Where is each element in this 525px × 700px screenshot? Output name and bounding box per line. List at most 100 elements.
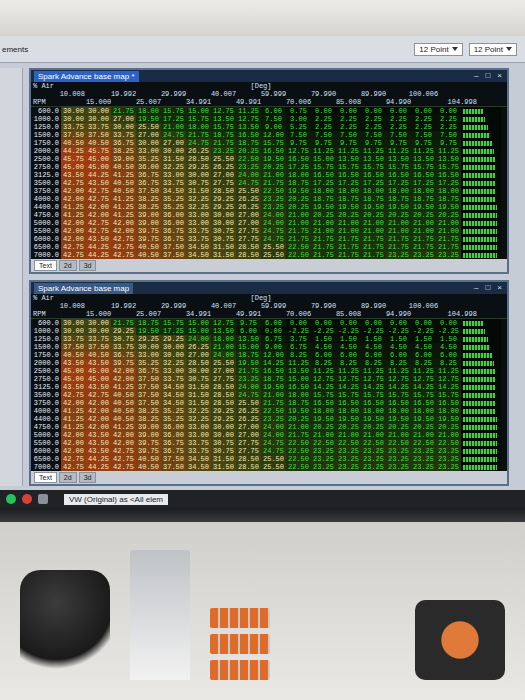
map-cell[interactable]: 20.25 <box>286 203 311 211</box>
map-cell[interactable]: 42.00 <box>86 399 111 407</box>
map-cell[interactable]: 21.00 <box>286 423 311 431</box>
map-cell[interactable]: 42.00 <box>61 399 86 407</box>
map-cell[interactable]: 21.00 <box>386 431 411 439</box>
map-cell[interactable]: 40.50 <box>111 391 136 399</box>
map-cell[interactable]: 0.00 <box>436 319 461 327</box>
map-cell[interactable]: 9.00 <box>261 123 286 131</box>
map-cell[interactable]: 27.00 <box>211 367 236 375</box>
map-cell[interactable]: 27.00 <box>136 131 161 139</box>
map-cell[interactable]: 2.25 <box>361 115 386 123</box>
map-cell[interactable]: 42.00 <box>86 415 111 423</box>
map-cell[interactable]: 30.00 <box>136 343 161 351</box>
map-cell[interactable]: 31.50 <box>211 463 236 471</box>
map-cell[interactable]: 43.50 <box>61 171 86 179</box>
map-cell[interactable]: -2.25 <box>411 327 436 335</box>
map-cell[interactable]: 23.25 <box>386 251 411 259</box>
map-cell[interactable]: 15.75 <box>436 163 461 171</box>
map-cell[interactable]: 21.00 <box>411 431 436 439</box>
map-cell[interactable]: 30.00 <box>211 423 236 431</box>
map-cell[interactable]: 25.50 <box>236 399 261 407</box>
map-cell[interactable]: 36.75 <box>136 171 161 179</box>
map-cell[interactable]: 23.25 <box>436 463 461 471</box>
map-cell[interactable]: 42.75 <box>111 251 136 259</box>
map-cell[interactable]: 23.25 <box>261 195 286 203</box>
title-bar[interactable]: Spark Advance base map *–□× <box>31 70 507 82</box>
map-cell[interactable]: 20.25 <box>286 415 311 423</box>
map-cell[interactable]: 15.75 <box>161 107 186 115</box>
map-cell[interactable]: 19.50 <box>386 415 411 423</box>
map-cell[interactable]: 23.25 <box>236 163 261 171</box>
map-cell[interactable]: 37.50 <box>86 343 111 351</box>
map-cell[interactable]: 40.50 <box>111 187 136 195</box>
map-cell[interactable]: 42.00 <box>61 195 86 203</box>
map-cell[interactable]: 13.50 <box>361 155 386 163</box>
map-cell[interactable]: 27.75 <box>236 227 261 235</box>
map-cell[interactable]: 23.25 <box>361 455 386 463</box>
map-cell[interactable]: 9.00 <box>261 343 286 351</box>
map-cell[interactable]: 21.75 <box>111 107 136 115</box>
map-cell[interactable]: 29.25 <box>211 203 236 211</box>
map-cell[interactable]: 14.25 <box>411 383 436 391</box>
map-cell[interactable]: 14.25 <box>336 383 361 391</box>
map-cell[interactable]: 14.25 <box>386 383 411 391</box>
map-cell[interactable]: 8.25 <box>286 351 311 359</box>
map-cell[interactable]: 21.75 <box>411 235 436 243</box>
map-cell[interactable]: 15.75 <box>211 123 236 131</box>
map-cell[interactable]: 41.25 <box>61 211 86 219</box>
map-cell[interactable]: 28.50 <box>211 187 236 195</box>
map-cell[interactable]: 17.25 <box>386 179 411 187</box>
map-cell[interactable]: 6.75 <box>261 335 286 343</box>
map-cell[interactable]: 7.50 <box>311 131 336 139</box>
map-cell[interactable]: 21.75 <box>311 235 336 243</box>
map-cell[interactable]: 27.00 <box>186 351 211 359</box>
map-cell[interactable]: 17.25 <box>161 115 186 123</box>
map-cell[interactable]: 13.50 <box>336 155 361 163</box>
map-cell[interactable]: 21.75 <box>386 243 411 251</box>
map-cell[interactable]: 31.50 <box>186 383 211 391</box>
map-cell[interactable]: 33.75 <box>61 335 86 343</box>
map-cell[interactable]: 22.50 <box>386 439 411 447</box>
map-cell[interactable]: 41.25 <box>61 423 86 431</box>
map-cell[interactable]: 0.00 <box>311 319 336 327</box>
map-cell[interactable]: 42.75 <box>111 463 136 471</box>
map-cell[interactable]: 15.00 <box>186 327 211 335</box>
map-cell[interactable]: 27.00 <box>236 423 261 431</box>
map-cell[interactable]: 21.00 <box>286 219 311 227</box>
map-cell[interactable]: 2.25 <box>411 115 436 123</box>
map-cell[interactable]: 39.75 <box>136 439 161 447</box>
map-cell[interactable]: 4.50 <box>361 343 386 351</box>
map-cell[interactable]: 35.25 <box>161 203 186 211</box>
map-cell[interactable]: 14.25 <box>436 383 461 391</box>
map-cell[interactable]: 6.00 <box>336 351 361 359</box>
map-cell[interactable]: 18.75 <box>361 195 386 203</box>
map-cell[interactable]: 4.50 <box>311 343 336 351</box>
map-cell[interactable]: 21.75 <box>286 431 311 439</box>
map-cell[interactable]: 12.75 <box>336 375 361 383</box>
map-cell[interactable]: 8.25 <box>411 359 436 367</box>
map-cell[interactable]: 18.00 <box>336 187 361 195</box>
map-cell[interactable]: 11.25 <box>436 367 461 375</box>
map-cell[interactable]: 13.50 <box>211 115 236 123</box>
map-cell[interactable]: 24.00 <box>236 171 261 179</box>
map-cell[interactable]: 11.25 <box>411 147 436 155</box>
map-cell[interactable]: 24.75 <box>186 139 211 147</box>
map-cell[interactable]: 20.25 <box>236 147 261 155</box>
map-cell[interactable]: 40.50 <box>111 399 136 407</box>
map-cell[interactable]: 37.50 <box>136 187 161 195</box>
map-cell[interactable]: 18.00 <box>336 407 361 415</box>
map-cell[interactable]: 37.50 <box>136 399 161 407</box>
map-cell[interactable]: 37.50 <box>61 131 86 139</box>
map-cell[interactable]: 35.25 <box>161 407 186 415</box>
map-cell[interactable]: 21.00 <box>311 431 336 439</box>
map-cell[interactable]: 21.75 <box>361 235 386 243</box>
map-cell[interactable]: 27.75 <box>236 235 261 243</box>
map-cell[interactable]: 20.25 <box>411 211 436 219</box>
map-cell[interactable]: 18.75 <box>261 375 286 383</box>
map-cell[interactable]: 28.50 <box>236 455 261 463</box>
map-cell[interactable]: 23.25 <box>336 455 361 463</box>
map-cell[interactable]: 20.25 <box>261 163 286 171</box>
map-cell[interactable]: 11.25 <box>386 147 411 155</box>
map-cell[interactable]: 33.00 <box>186 423 211 431</box>
map-cell[interactable]: 42.75 <box>61 179 86 187</box>
map-cell[interactable]: 38.25 <box>136 203 161 211</box>
